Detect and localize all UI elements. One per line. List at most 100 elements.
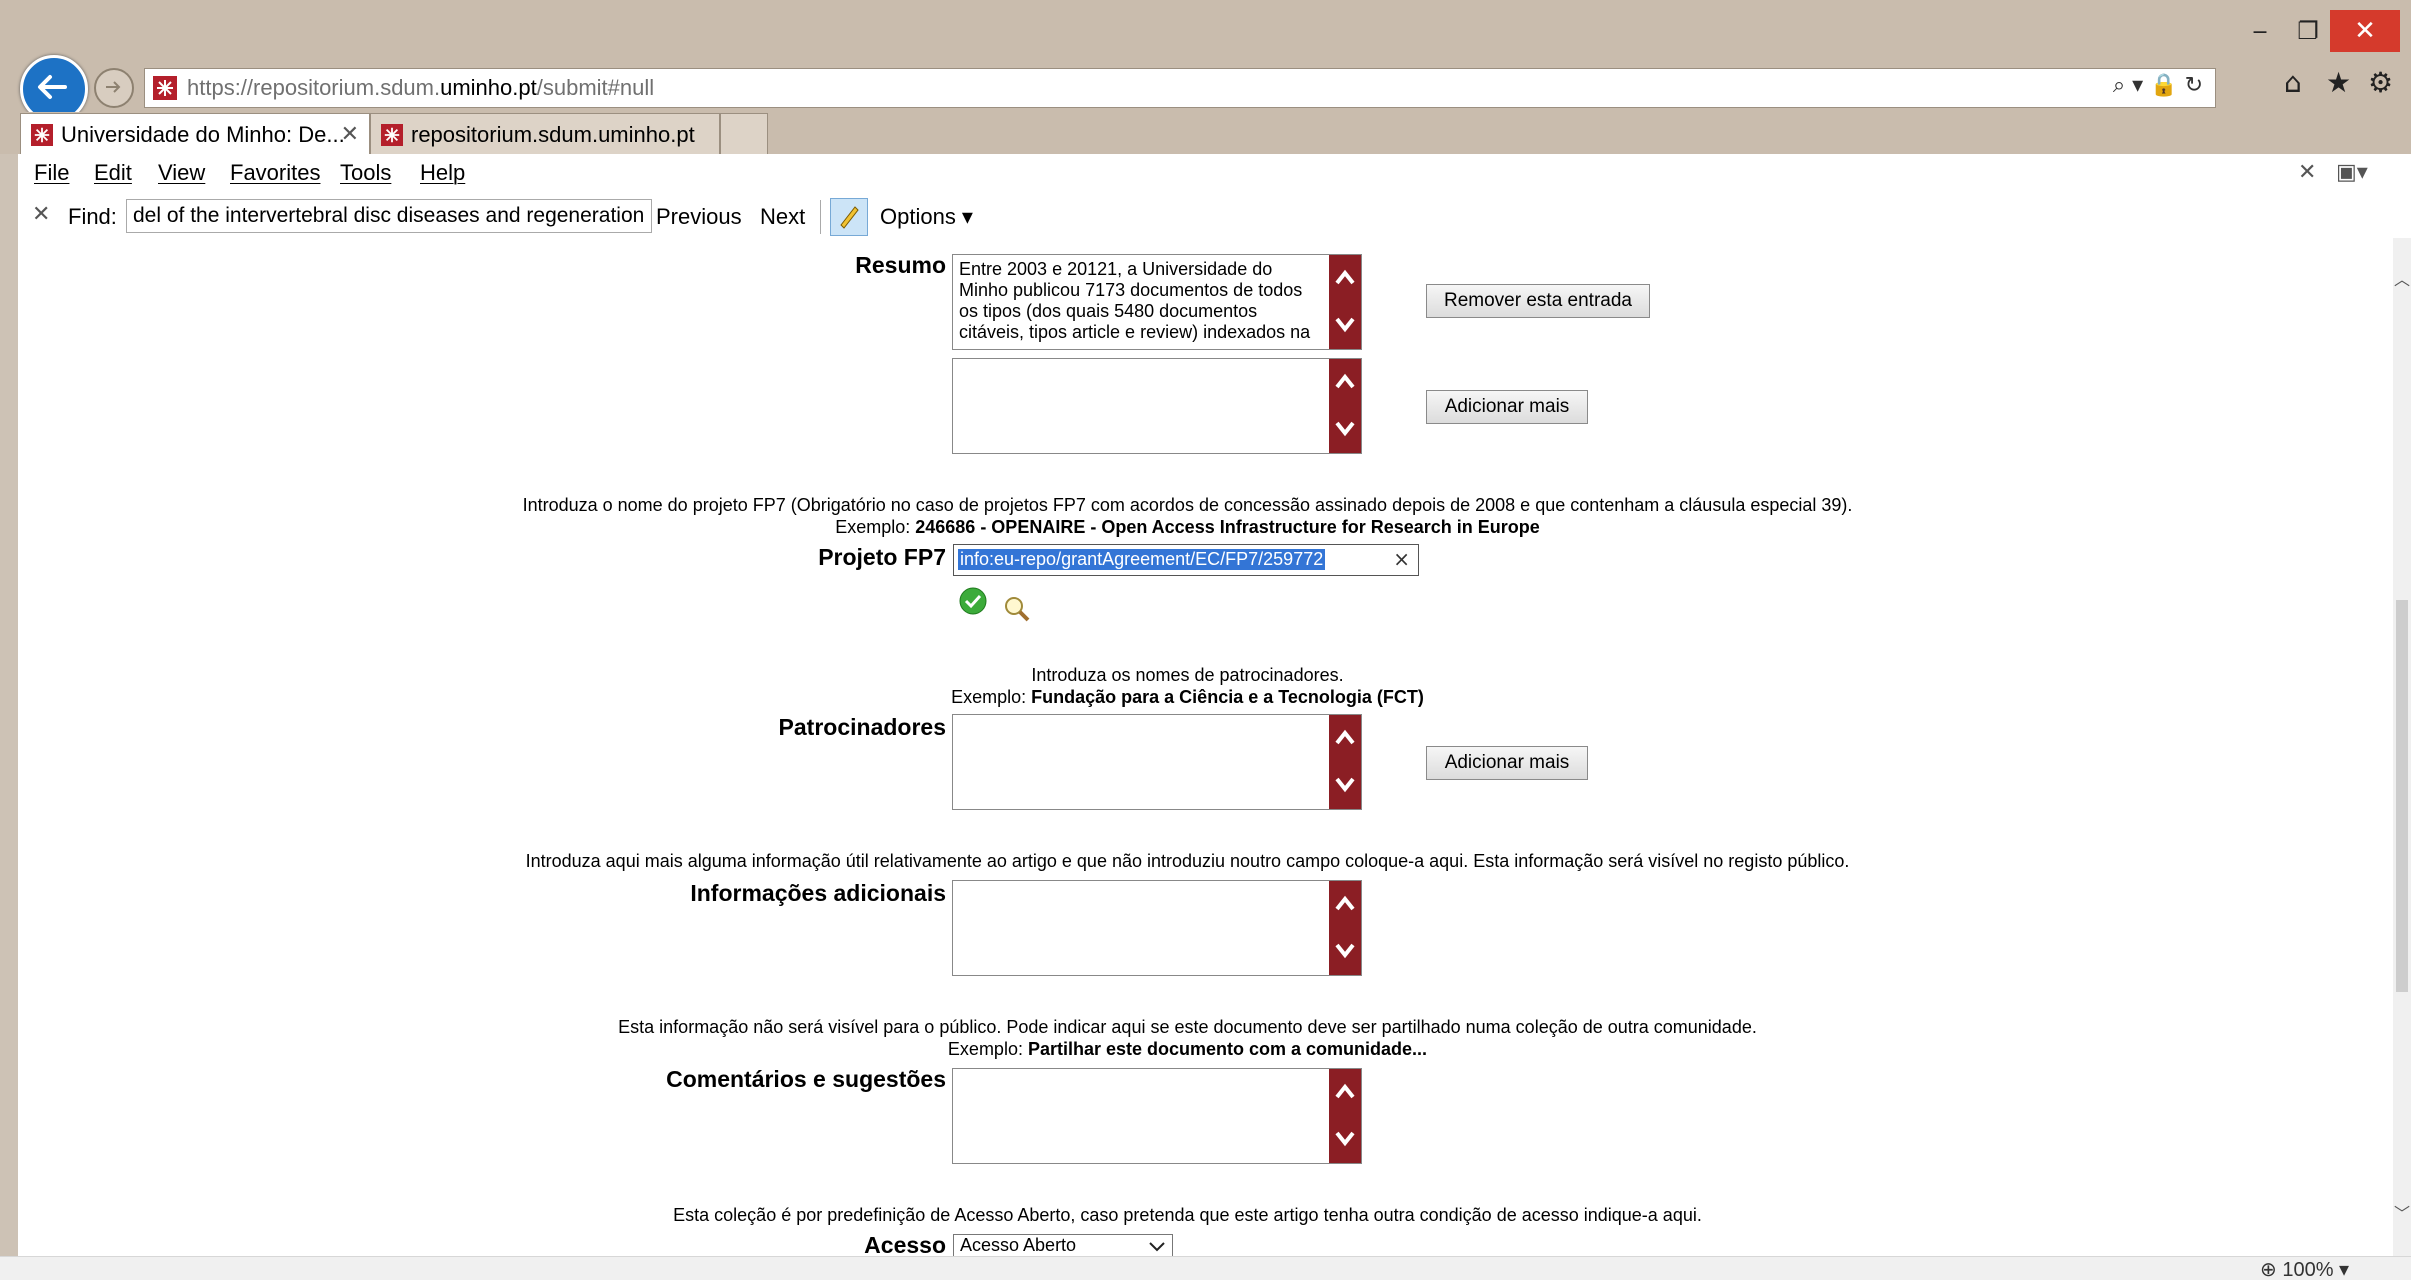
find-options-button[interactable]: Options ▾	[880, 204, 973, 230]
find-label: Find:	[68, 204, 117, 229]
chevron-down-icon[interactable]	[1329, 765, 1361, 805]
tab-favicon-icon	[31, 124, 53, 146]
add-resumo-button[interactable]: Adicionar mais	[1426, 390, 1588, 424]
home-icon[interactable]: ⌂	[2284, 66, 2302, 99]
remove-entry-button[interactable]: Remover esta entrada	[1426, 284, 1650, 318]
fp7-help-text: Introduza o nome do projeto FP7 (Obrigat…	[522, 495, 1853, 515]
info-adicionais-textarea[interactable]	[952, 880, 1362, 976]
zoom-level[interactable]: ⊕ 100% ▾	[2260, 1257, 2349, 1282]
new-tab-button[interactable]	[720, 113, 768, 156]
forward-button[interactable]	[94, 68, 134, 108]
chevron-down-icon[interactable]	[1329, 305, 1361, 345]
textarea-scrollbar[interactable]	[1329, 715, 1361, 809]
acesso-select[interactable]: Acesso Aberto	[953, 1234, 1173, 1256]
zoom-value: 100%	[2282, 1259, 2334, 1281]
chevron-down-icon[interactable]	[1329, 409, 1361, 449]
favorites-star-icon[interactable]: ★	[2326, 66, 2351, 99]
search-icon[interactable]	[1002, 594, 1032, 624]
example-value: Partilhar este documento com a comunidad…	[1027, 1039, 1428, 1059]
comentarios-example: Exemplo: Partilhar este documento com a …	[18, 1038, 2357, 1060]
find-next-button[interactable]: Next	[760, 204, 805, 230]
scroll-up-icon[interactable]: ︿	[2393, 266, 2411, 290]
find-close-icon[interactable]: ✕	[32, 202, 50, 227]
find-bar: ✕ Find: Previous Next Options ▾	[18, 196, 2411, 239]
url-path: /submit#null	[536, 75, 655, 100]
forward-arrow-icon	[106, 81, 121, 93]
chevron-up-icon[interactable]	[1329, 259, 1361, 299]
settings-gear-icon[interactable]: ⚙	[2368, 66, 2393, 99]
menu-favorites[interactable]: Favorites	[230, 160, 320, 186]
patrocinadores-example: Exemplo: Fundação para a Ciência e a Tec…	[18, 686, 2357, 708]
textarea-scrollbar[interactable]	[1329, 1069, 1361, 1163]
tab-repositorium[interactable]: repositorium.sdum.uminho.pt	[370, 113, 720, 156]
address-bar[interactable]: https://repositorium.sdum.uminho.pt/subm…	[144, 68, 2216, 108]
site-favicon-icon	[153, 76, 177, 100]
comentarios-textarea[interactable]	[952, 1068, 1362, 1164]
back-arrow-icon	[38, 75, 67, 99]
clear-icon[interactable]: ×	[1393, 547, 1410, 571]
add-patrocinador-button[interactable]: Adicionar mais	[1426, 746, 1588, 780]
check-icon[interactable]	[958, 586, 988, 616]
tab-universidade[interactable]: Universidade do Minho: De... ✕	[20, 113, 370, 156]
fp7-value: info:eu-repo/grantAgreement/EC/FP7/25977…	[958, 549, 1326, 570]
close-window-button[interactable]: ✕	[2330, 10, 2400, 52]
compatibility-icon[interactable]: ▣▾	[2336, 160, 2368, 185]
resumo-textarea[interactable]: Entre 2003 e 20121, a Universidade do Mi…	[952, 254, 1362, 350]
fp7-input[interactable]: info:eu-repo/grantAgreement/EC/FP7/25977…	[953, 544, 1419, 576]
url-domain: uminho.pt	[440, 75, 537, 100]
url-prefix: https://repositorium.sdum.	[187, 75, 441, 100]
acesso-label: Acesso	[864, 1232, 946, 1256]
chevron-up-icon[interactable]	[1329, 363, 1361, 403]
example-prefix: Exemplo:	[947, 1039, 1028, 1059]
tab-favicon-icon	[381, 124, 403, 146]
scroll-thumb[interactable]	[2396, 600, 2408, 992]
example-prefix: Exemplo:	[951, 687, 1032, 707]
tab-close-icon[interactable]: ✕	[341, 122, 359, 147]
find-separator	[820, 200, 821, 234]
minimize-button[interactable]: ‒	[2240, 10, 2280, 52]
info-adicionais-help-text: Introduza aqui mais alguma informação út…	[525, 851, 1850, 871]
window-left-border	[0, 154, 18, 1269]
fp7-example: Exemplo: 246686 - OPENAIRE - Open Access…	[18, 516, 2357, 538]
menu-file[interactable]: File	[34, 160, 69, 186]
acesso-selected-value: Acesso Aberto	[960, 1235, 1077, 1255]
chevron-up-icon[interactable]	[1329, 719, 1361, 759]
resumo-label: Resumo	[855, 252, 946, 278]
menu-tools[interactable]: Tools	[340, 160, 391, 186]
page-content: Resumo Entre 2003 e 20121, a Universidad…	[18, 238, 2393, 1256]
textarea-scrollbar[interactable]	[1329, 255, 1361, 349]
chevron-up-icon[interactable]	[1329, 1073, 1361, 1113]
tab-label: Universidade do Minho: De...	[61, 122, 345, 147]
chevron-down-icon[interactable]	[1329, 931, 1361, 971]
acesso-help-text: Esta coleção é por predefinição de Acess…	[673, 1205, 1702, 1225]
textarea-scrollbar[interactable]	[1329, 359, 1361, 453]
find-previous-button[interactable]: Previous	[656, 204, 742, 230]
menu-edit[interactable]: Edit	[94, 160, 132, 186]
address-bar-icons[interactable]: ⌕ ▾ 🔒 ↻	[2113, 73, 2203, 98]
menu-view[interactable]: View	[158, 160, 205, 186]
fp7-label: Projeto FP7	[818, 544, 946, 570]
textarea-scrollbar[interactable]	[1329, 881, 1361, 975]
highlight-pencil-icon[interactable]	[830, 198, 868, 236]
chevron-down-icon[interactable]	[1329, 1119, 1361, 1159]
patrocinadores-label: Patrocinadores	[778, 714, 946, 740]
comentarios-help-text: Esta informação não será visível para o …	[618, 1017, 1757, 1037]
maximize-button[interactable]: ❐	[2288, 10, 2328, 52]
resumo-text: Entre 2003 e 20121, a Universidade do Mi…	[959, 259, 1311, 342]
resumo-new-textarea[interactable]	[952, 358, 1362, 454]
url-text[interactable]: https://repositorium.sdum.uminho.pt/subm…	[187, 75, 654, 101]
scroll-down-icon[interactable]: ﹀	[2393, 1200, 2411, 1224]
menu-help[interactable]: Help	[420, 160, 465, 186]
find-input[interactable]	[126, 199, 652, 233]
info-adicionais-label: Informações adicionais	[690, 880, 946, 906]
page-scrollbar[interactable]: ︿ ﹀	[2393, 238, 2411, 1256]
patrocinadores-help-text: Introduza os nomes de patrocinadores.	[1031, 665, 1344, 685]
example-value: 246686 - OPENAIRE - Open Access Infrastr…	[915, 517, 1540, 537]
comentarios-label: Comentários e sugestões	[666, 1066, 946, 1092]
example-prefix: Exemplo:	[835, 517, 916, 537]
example-value: Fundação para a Ciência e a Tecnologia (…	[1031, 687, 1424, 707]
patrocinadores-textarea[interactable]	[952, 714, 1362, 810]
menubar-close-icon[interactable]: ✕	[2298, 160, 2316, 185]
chevron-up-icon[interactable]	[1329, 885, 1361, 925]
menu-bar: File Edit View Favorites Tools Help ✕ ▣▾	[18, 154, 2411, 196]
